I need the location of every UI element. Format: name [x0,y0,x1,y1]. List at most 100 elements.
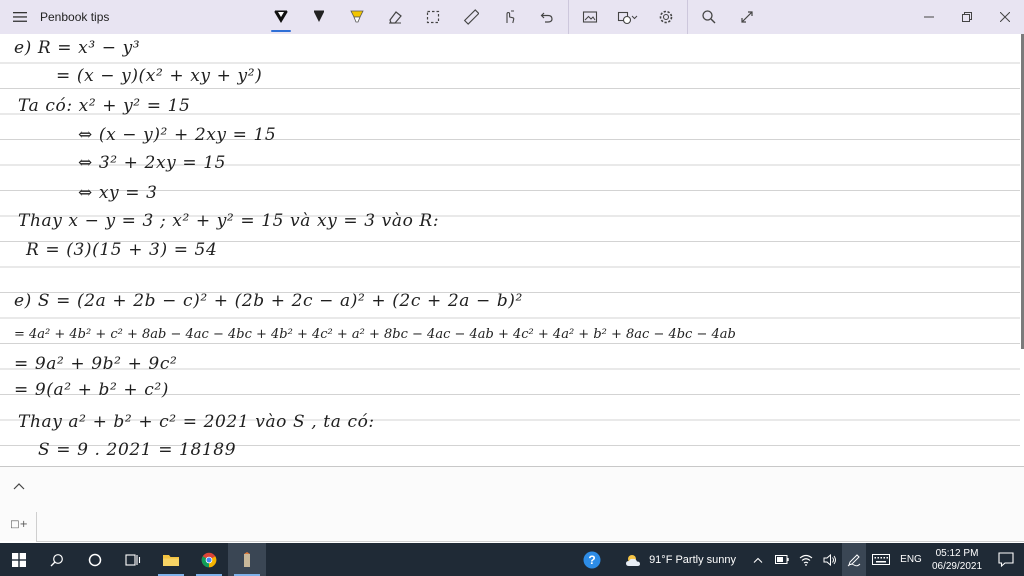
hamburger-icon [13,12,27,22]
handwriting-line: Ta có: x² + y² = 15 [18,96,191,116]
minimize-icon [924,16,934,18]
clock-time: 05:12 PM [935,547,979,559]
touch-writing-icon [506,10,515,24]
chevron-up-icon [13,483,25,490]
minimize-button[interactable] [910,0,948,34]
partly-sunny-icon [626,554,641,566]
penbook-app-icon [244,551,250,567]
handwriting-line: Thay a² + b² + c² = 2021 vào S , ta có: [18,412,375,432]
pen-workspace-icon [847,553,861,566]
panel-divider [36,512,37,541]
shapes-button[interactable] [609,0,647,34]
undo-icon [540,12,553,23]
pencil-tool[interactable] [300,0,338,34]
input-language[interactable]: ENG [896,554,926,565]
eraser-icon [389,11,402,24]
highlighter-icon [350,10,364,23]
weather-text: 91°F Partly sunny [649,553,736,566]
close-button[interactable] [986,0,1024,34]
ballpoint-pen-tool[interactable] [262,0,300,34]
settings-gear-icon [659,10,673,24]
handwriting-line: ⇔ 3² + 2xy = 15 [78,153,227,173]
panel-divider [36,541,1024,542]
speaker-icon [823,553,836,566]
handwriting-line: Thay x − y = 3 ; x² + y² = 15 và xy = 3 … [18,211,440,231]
restore-icon [962,12,972,22]
task-view-icon [125,553,141,566]
handwriting-line: ⇔ (x − y)² + 2xy = 15 [78,125,277,145]
window-controls [910,0,1024,34]
system-tray: ? 91°F Partly sunny ENG 05:12 PM 06/29/2… [577,543,1024,576]
handwriting-line: = 9a² + 9b² + 9c² [14,354,178,374]
ballpoint-pen-icon [274,10,288,23]
settings-button[interactable] [647,0,685,34]
help-button[interactable]: ? [577,543,607,576]
search-icon [50,553,63,566]
ruler-icon [463,9,479,25]
handwriting-line: S = 9 . 2021 = 18189 [38,440,237,460]
file-explorer-button[interactable] [152,543,190,576]
shapes-icon [617,11,638,25]
search-button[interactable] [690,0,728,34]
handwriting-line: e) S = (2a + 2b − c)² + (2b + 2c − a)² +… [14,291,523,311]
show-hidden-icons-button[interactable] [746,543,770,576]
clock-date: 06/29/2021 [931,560,983,572]
cortana-icon [88,553,102,566]
maximize-button[interactable] [948,0,986,34]
handwriting-line: = (x − y)(x² + xy + y²) [56,66,263,86]
insert-image-button[interactable] [571,0,609,34]
toolbar-separator [687,0,688,34]
start-button[interactable] [0,543,38,576]
taskbar-search-button[interactable] [38,543,76,576]
expand-panel-button[interactable] [10,478,28,494]
handwriting-line: = 4a² + 4b² + c² + 8ab − 4ac − 4bc + 4b²… [14,327,736,342]
chrome-button[interactable] [190,543,228,576]
handwriting-line: = 9(a² + b² + c²) [14,380,170,400]
touch-writing-tool[interactable] [490,0,528,34]
handwriting-line: R = (3)(15 + 3) = 54 [26,240,218,260]
task-view-button[interactable] [114,543,152,576]
lasso-select-tool[interactable] [414,0,452,34]
file-explorer-icon [163,554,179,566]
keyboard-icon [872,554,890,565]
volume-indicator[interactable] [818,543,842,576]
chevron-up-icon [753,557,763,563]
penbook-app-button[interactable] [228,543,266,576]
pen-toolbar [262,0,766,34]
lasso-select-icon [426,10,440,24]
handwriting-line: ⇔ xy = 3 [78,183,158,203]
action-center-button[interactable] [988,543,1024,576]
add-page-button[interactable]: □+ [6,514,32,534]
cortana-button[interactable] [76,543,114,576]
weather-widget[interactable]: 91°F Partly sunny [625,553,736,567]
chrome-icon [201,552,217,567]
wifi-icon [799,554,813,566]
windows-taskbar: ? 91°F Partly sunny ENG 05:12 PM 06/29/2… [0,543,1024,576]
insert-image-icon [582,11,598,23]
title-bar: Penbook tips [0,0,1024,34]
fullscreen-button[interactable] [728,0,766,34]
handwriting-line: e) R = x³ − y³ [14,38,141,58]
toolbar-separator [568,0,569,34]
eraser-tool[interactable] [376,0,414,34]
network-indicator[interactable] [794,543,818,576]
ruler-tool[interactable] [452,0,490,34]
search-icon [702,10,716,24]
page-panel [0,467,1024,541]
pen-workspace-button[interactable] [842,543,866,576]
undo-button[interactable] [528,0,566,34]
hamburger-menu-button[interactable] [0,0,40,34]
fullscreen-icon [741,11,753,23]
app-title: Penbook tips [40,10,110,24]
close-icon [1000,12,1010,22]
battery-icon [775,555,789,564]
taskbar-clock[interactable]: 05:12 PM 06/29/2021 [926,547,988,573]
notifications-icon [998,552,1014,567]
pencil-icon [314,10,324,22]
windows-start-icon [12,552,26,567]
svg-text:?: ? [588,553,595,567]
highlighter-tool[interactable] [338,0,376,34]
touch-keyboard-button[interactable] [866,543,896,576]
battery-indicator[interactable] [770,543,794,576]
help-icon: ? [583,551,601,568]
